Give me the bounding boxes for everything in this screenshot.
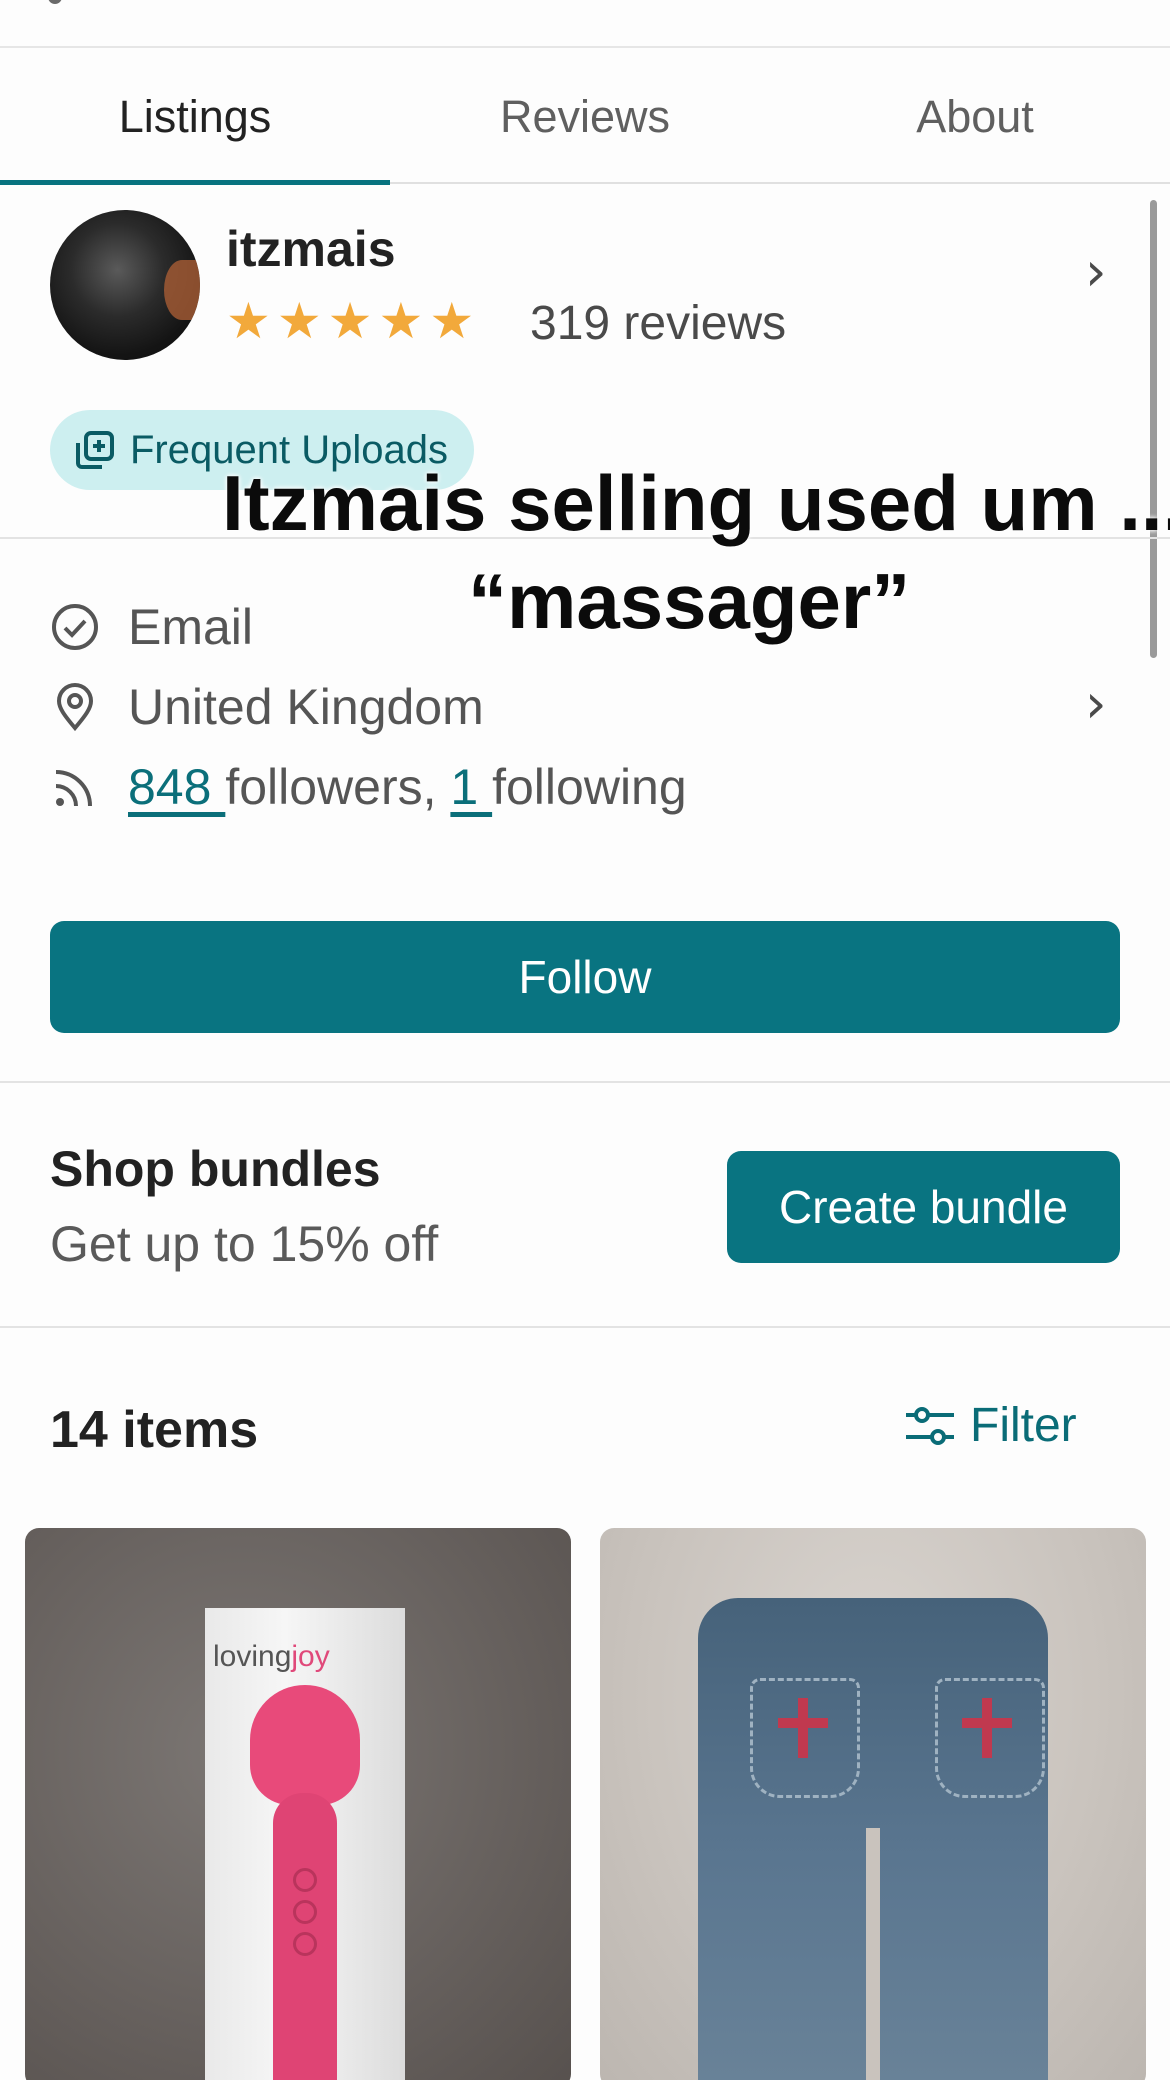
rating-stars: ★ ★ ★ ★ ★ — [226, 296, 474, 346]
star-icon: ★ — [378, 293, 424, 349]
location-label: United Kingdom — [128, 679, 484, 735]
tab-about[interactable]: About — [780, 50, 1170, 182]
jeans-image — [698, 1598, 1048, 2080]
tab-listings[interactable]: Listings — [0, 50, 390, 185]
verified-row: Email — [50, 592, 253, 662]
star-icon: ★ — [226, 293, 271, 349]
location-pin-icon — [56, 683, 94, 732]
star-icon: ★ — [276, 293, 322, 349]
frequent-uploads-icon — [76, 431, 114, 469]
brand-logo: lovingjoy — [213, 1640, 330, 1673]
divider — [0, 1326, 1170, 1328]
chevron-right-icon[interactable]: › — [1085, 672, 1107, 735]
divider — [0, 1081, 1170, 1083]
shop-bundles-title: Shop bundles — [50, 1141, 381, 1197]
wand-button — [293, 1932, 317, 1956]
overlay-caption-line1: Itzmais selling used um ... — [222, 459, 1170, 547]
chevron-right-icon[interactable]: › — [1085, 240, 1107, 303]
reviews-count: 319 reviews — [530, 297, 787, 350]
profile-tabs: Listings Reviews About — [0, 50, 1170, 185]
followers-link[interactable]: 848 — [128, 759, 225, 815]
wand-button — [293, 1900, 317, 1924]
verified-label: Email — [128, 599, 254, 655]
cross-embellishment-icon — [778, 1698, 828, 1758]
scrollbar[interactable] — [1150, 200, 1157, 658]
product-card-massager[interactable]: lovingjoy — [25, 1528, 571, 2080]
product-card-jeans[interactable] — [600, 1528, 1146, 2080]
filter-label: Filter — [970, 1399, 1077, 1452]
star-icon: ★ — [429, 293, 475, 349]
back-indicator — [48, 0, 62, 4]
star-icon: ★ — [327, 293, 373, 349]
follow-button[interactable]: Follow — [50, 921, 1120, 1033]
location-row[interactable]: United Kingdom — [50, 672, 484, 742]
avatar[interactable] — [50, 210, 200, 360]
check-circle-icon — [52, 604, 98, 650]
followers-row: 848 followers, 1 following — [50, 752, 687, 822]
wand-button — [293, 1868, 317, 1892]
following-link[interactable]: 1 — [450, 759, 492, 815]
seller-username: itzmais — [226, 221, 396, 277]
filter-sliders-icon — [906, 1406, 954, 1445]
tab-reviews[interactable]: Reviews — [390, 50, 780, 182]
rss-feed-icon — [55, 770, 92, 807]
following-text: following — [492, 759, 687, 815]
wand-head — [250, 1685, 360, 1805]
seller-profile-row[interactable]: itzmais ★ ★ ★ ★ ★ 319 reviews › — [50, 210, 1130, 360]
follow-stats: 848 followers, 1 following — [128, 758, 687, 816]
cross-embellishment-icon — [962, 1698, 1012, 1758]
overlay-caption-line2: “massager” — [468, 557, 911, 645]
header-remnant — [0, 0, 1170, 48]
items-count: 14 items — [50, 1401, 259, 1459]
shop-bundles-subtitle: Get up to 15% off — [50, 1216, 439, 1272]
filter-button[interactable]: Filter — [904, 1398, 1077, 1453]
followers-text: followers, — [225, 759, 451, 815]
create-bundle-button[interactable]: Create bundle — [727, 1151, 1120, 1263]
